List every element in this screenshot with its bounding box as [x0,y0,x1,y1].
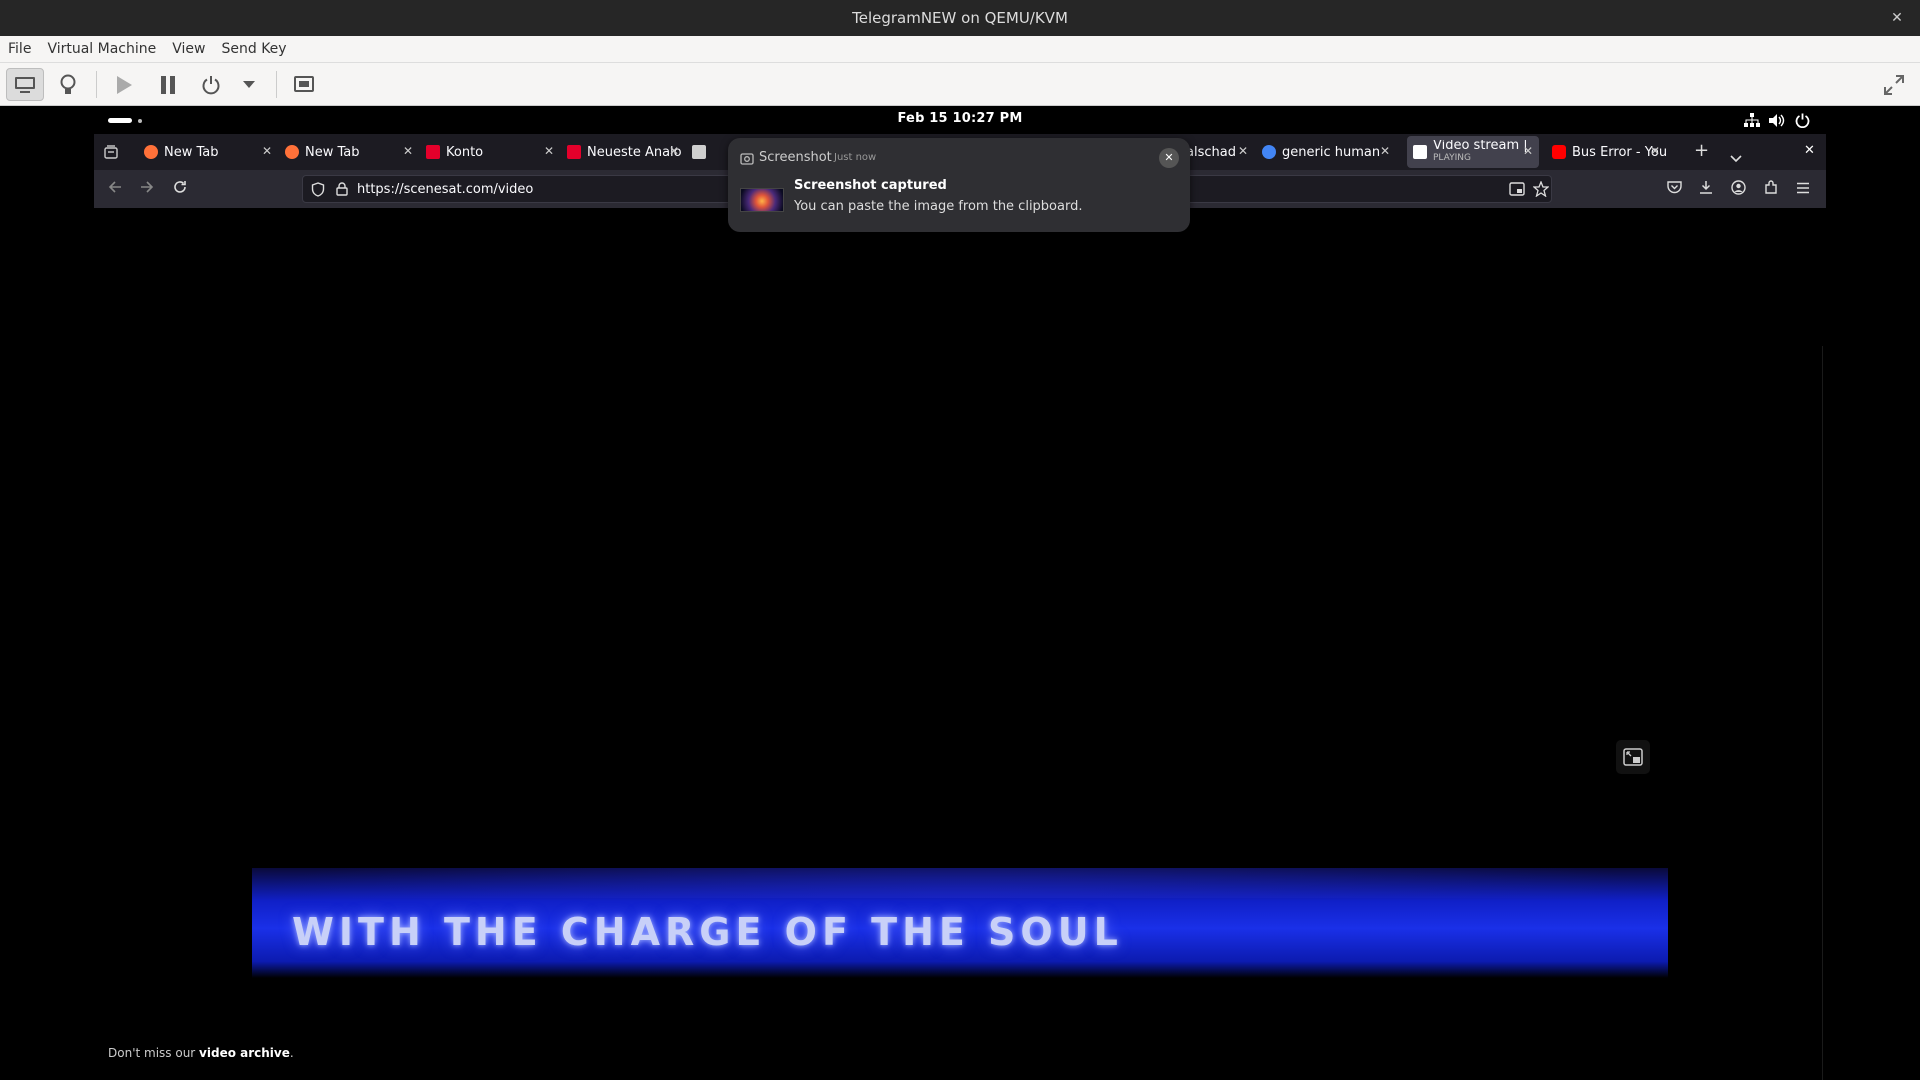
power-menu-icon[interactable] [1795,113,1810,132]
forward-arrow-icon[interactable] [140,180,154,198]
youtube-favicon-icon [1552,145,1566,159]
picture-in-picture-icon[interactable] [1616,740,1650,774]
footer-suffix: . [289,1046,294,1060]
notification-body: You can paste the image from the clipboa… [794,199,1083,214]
new-tab-plus-icon[interactable]: + [1694,140,1709,161]
video-banner-text: WITH THE CHARGE OF THE SOUL [292,910,1123,954]
vm-window-titlebar: TelegramNEW on QEMU/KVM ✕ [0,0,1920,36]
footer-text: Don't miss our video archive. [108,1046,294,1060]
browser-tab[interactable]: generic human ✕ [1256,136,1396,168]
tab-playing-label: PLAYING [1433,153,1471,163]
lightbulb-icon[interactable] [52,68,84,101]
close-tab-icon[interactable]: ✕ [262,144,272,158]
browser-tab[interactable]: Bus Error - You ✕ [1546,136,1666,168]
site-favicon-icon [692,145,706,159]
fullscreen-icon[interactable] [1878,68,1910,101]
lock-icon[interactable] [336,182,348,200]
network-icon[interactable] [1744,113,1760,132]
close-tab-icon[interactable]: ✕ [1238,144,1248,158]
browser-tab[interactable] [686,136,714,168]
extensions-icon[interactable] [1764,180,1778,198]
google-favicon-icon [1262,145,1276,159]
display-icon[interactable] [6,68,44,101]
notification-title: Screenshot captured [794,178,947,193]
close-tab-icon[interactable]: ✕ [403,144,413,158]
menu-send-key[interactable]: Send Key [213,41,294,57]
video-archive-link[interactable]: video archive [199,1046,290,1060]
window-title: TelegramNEW on QEMU/KVM [852,9,1068,27]
tab-label: alschad [1186,144,1236,160]
close-tab-icon[interactable]: ✕ [1380,144,1390,158]
hamburger-menu-icon[interactable] [1796,180,1810,198]
screenshot-app-icon [740,150,754,169]
clock[interactable]: Feb 15 10:27 PM [94,111,1826,126]
close-notification-icon[interactable]: ✕ [1159,148,1179,168]
menu-virtual-machine[interactable]: Virtual Machine [39,41,164,57]
footer-prefix: Don't miss our [108,1046,200,1060]
menubar: File Virtual Machine View Send Key [0,36,1920,63]
tab-label: Video stream | [1433,140,1528,152]
scenesat-favicon-icon [1413,145,1427,159]
close-tab-icon[interactable]: ✕ [669,144,679,158]
url-text[interactable]: https://scenesat.com/video [357,182,533,197]
close-tab-icon[interactable]: ✕ [544,144,554,158]
menu-file[interactable]: File [0,41,39,57]
browser-tab[interactable]: New Tab ✕ [138,136,278,168]
konto-favicon-icon [426,145,440,159]
close-tab-icon[interactable]: ✕ [1523,144,1533,158]
tab-label: Konto [446,144,484,160]
browser-tab-active[interactable]: Video stream | PLAYING ✕ [1407,136,1539,168]
notification-time: Just now [834,152,877,163]
browser-tab[interactable]: alschad ✕ [1184,136,1254,168]
close-window-icon[interactable]: ✕ [1804,143,1815,158]
firefox-favicon-icon [144,145,158,159]
back-arrow-icon[interactable] [108,180,122,198]
browser-tab[interactable]: Neueste Analo ✕ [561,136,685,168]
pause-icon[interactable] [152,68,184,101]
page-divider [1822,346,1823,1080]
list-tabs-chevron-icon[interactable] [1730,148,1742,167]
gnome-top-bar: Feb 15 10:27 PM [94,106,1826,134]
bookmark-star-icon[interactable] [1532,180,1550,201]
screenshot-icon[interactable] [288,68,320,101]
tab-label: Neueste Analo [587,144,682,160]
downloads-icon[interactable] [1699,180,1713,198]
vm-toolbar [0,63,1920,106]
news-favicon-icon [567,145,581,159]
reload-icon[interactable] [173,180,187,198]
power-icon[interactable] [195,68,227,101]
pip-toggle-icon[interactable] [1509,182,1525,200]
tab-label: New Tab [164,144,219,160]
screenshot-thumbnail [740,188,784,212]
window-close-icon[interactable]: ✕ [1888,9,1906,27]
video-frame-banner[interactable]: WITH THE CHARGE OF THE SOUL [252,868,1668,978]
screenshot-notification[interactable]: Screenshot Just now ✕ Screenshot capture… [728,138,1190,232]
firefox-view-icon[interactable] [104,144,118,163]
browser-tab[interactable]: Konto ✕ [420,136,560,168]
volume-icon[interactable] [1769,113,1785,132]
close-tab-icon[interactable]: ✕ [1650,144,1660,158]
tab-label: New Tab [305,144,360,160]
account-icon[interactable] [1731,180,1746,199]
firefox-favicon-icon [285,145,299,159]
pocket-icon[interactable] [1667,180,1682,198]
play-icon[interactable] [108,68,140,101]
dropdown-arrow-icon[interactable] [238,68,260,101]
tracking-shield-icon[interactable] [311,182,325,201]
tab-label: generic human [1282,144,1381,160]
menu-view[interactable]: View [164,41,213,57]
notification-app-name: Screenshot [759,150,832,165]
browser-tab[interactable]: New Tab ✕ [279,136,419,168]
